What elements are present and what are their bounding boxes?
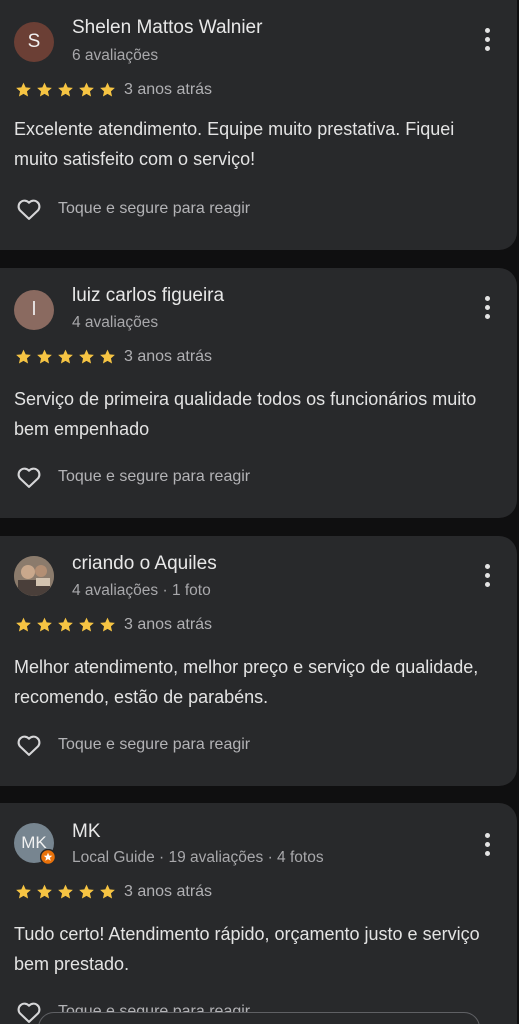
star-icon	[100, 82, 115, 97]
star-icon	[37, 82, 52, 97]
review-time: 3 anos atrás	[124, 81, 213, 98]
bottom-sheet-handle[interactable]	[38, 1012, 480, 1024]
reviews-feed: S Shelen Mattos Walnier 6 avaliações 3 a…	[0, 0, 519, 1024]
review-time: 3 anos atrás	[124, 348, 213, 365]
review-time: 3 anos atrás	[124, 883, 213, 900]
reviewer-name[interactable]: MK	[72, 821, 101, 843]
star-icon	[79, 617, 94, 632]
heart-outline-icon	[17, 467, 41, 488]
star-icon	[37, 349, 52, 364]
star-icon	[16, 349, 31, 364]
review-text: Serviço de primeira qualidade todos os f…	[14, 389, 477, 439]
react-button[interactable]: Toque e segure para reagir	[14, 731, 250, 759]
review-text: Excelente atendimento. Equipe muito pres…	[14, 119, 455, 169]
reviewer-stats: 6 avaliações	[72, 47, 159, 64]
star-icon	[16, 82, 31, 97]
reviewer-stats: 4 avaliações · 1 foto	[72, 582, 211, 599]
react-hint: Toque e segure para reagir	[58, 736, 251, 753]
star-icon	[58, 82, 73, 97]
more-options-button[interactable]	[475, 560, 499, 590]
react-hint: Toque e segure para reagir	[58, 200, 251, 217]
avatar[interactable]: S	[14, 22, 54, 62]
avatar-photo[interactable]	[14, 556, 54, 596]
reviewer-stats: 4 avaliações	[72, 314, 159, 331]
star-icon	[37, 884, 52, 899]
reviewer-name[interactable]: Shelen Mattos Walnier	[72, 17, 262, 39]
star-rating	[14, 81, 117, 99]
star-rating	[14, 883, 117, 901]
review-text: Melhor atendimento, melhor preço e servi…	[14, 657, 479, 707]
react-button[interactable]: Toque e segure para reagir	[14, 463, 250, 491]
star-icon	[16, 617, 31, 632]
review-card: MK MK Local Guide · 19 avaliações · 4 fo…	[0, 803, 517, 1024]
star-rating	[14, 348, 117, 366]
local-guide-badge-icon	[40, 849, 56, 865]
heart-outline-icon	[17, 199, 41, 220]
reviewer-stats: Local Guide · 19 avaliações · 4 fotos	[72, 849, 324, 866]
review-text: Tudo certo! Atendimento rápido, orçament…	[14, 924, 480, 974]
star-icon	[58, 884, 73, 899]
more-options-button[interactable]	[475, 292, 499, 322]
star-icon	[58, 349, 73, 364]
reviewer-name[interactable]: luiz carlos figueira	[72, 285, 224, 307]
react-hint: Toque e segure para reagir	[58, 468, 251, 485]
more-options-button[interactable]	[475, 829, 499, 859]
star-icon	[79, 884, 94, 899]
more-options-button[interactable]	[475, 24, 499, 54]
star-icon	[79, 82, 94, 97]
star-icon	[16, 884, 31, 899]
review-time: 3 anos atrás	[124, 616, 213, 633]
profile-photo-icon	[14, 556, 54, 596]
review-card: criando o Aquiles 4 avaliações · 1 foto …	[0, 536, 517, 786]
star-icon	[100, 349, 115, 364]
star-icon	[100, 617, 115, 632]
star-icon	[100, 884, 115, 899]
star-icon	[37, 617, 52, 632]
star-icon	[58, 617, 73, 632]
review-card: l luiz carlos figueira 4 avaliações 3 an…	[0, 268, 517, 518]
star-icon	[79, 349, 94, 364]
review-card: S Shelen Mattos Walnier 6 avaliações 3 a…	[0, 0, 517, 250]
star-rating	[14, 616, 117, 634]
react-button[interactable]: Toque e segure para reagir	[14, 195, 250, 223]
avatar[interactable]: l	[14, 290, 54, 330]
reviewer-name[interactable]: criando o Aquiles	[72, 553, 217, 575]
heart-outline-icon	[17, 735, 41, 756]
